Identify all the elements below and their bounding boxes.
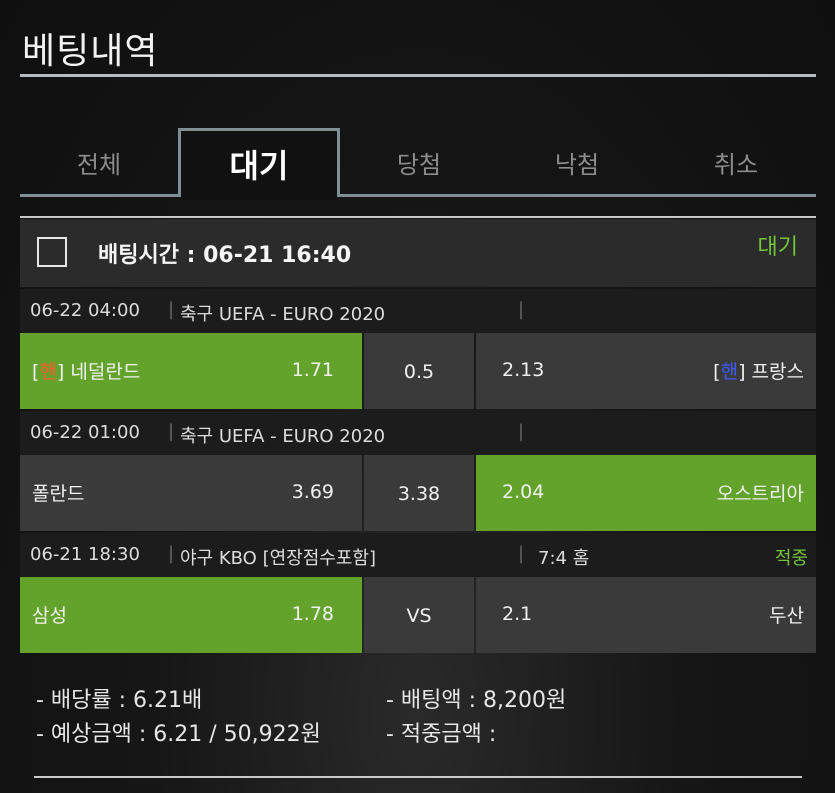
page-title: 베팅내역 [22, 31, 159, 72]
home-odd: 1.71 [291, 359, 334, 381]
home-team-name: 폴란드 [32, 483, 85, 505]
bet-time: 배팅시간 : 06-21 16:40 [98, 243, 352, 268]
summary-win-amount: - 적중금액 : [386, 722, 497, 747]
meta-separator: | [518, 299, 525, 320]
handicap-mark: 핸 [39, 361, 57, 383]
match-league: 야구 KBO [연장점수포함] [180, 548, 376, 569]
tab-won[interactable]: 당첨 [340, 128, 498, 197]
tab-bar: 전체 대기 당첨 낙첨 취소 [20, 128, 816, 200]
home-odds-cell[interactable]: 폴란드 3.69 [20, 455, 362, 531]
tab-pending[interactable]: 대기 [178, 128, 340, 200]
meta-separator: | [168, 421, 175, 442]
tab-cancelled[interactable]: 취소 [656, 128, 816, 197]
match-meta: 06-21 18:30 | 야구 KBO [연장점수포함] | 7:4 홈 적중 [20, 533, 816, 577]
meta-separator: | [518, 543, 525, 564]
match-row: 폴란드 3.69 3.38 2.04 오스트리아 [20, 455, 816, 531]
title-divider [20, 74, 816, 77]
home-team: [핸] 네덜란드 [32, 357, 140, 384]
bet-select-checkbox[interactable] [37, 237, 67, 267]
middle-value: 0.5 [403, 361, 435, 383]
handicap-tag: [핸] [713, 361, 746, 383]
away-odd: 2.1 [502, 603, 533, 625]
away-odds-cell[interactable]: 2.13 [핸] 프랑스 [476, 333, 816, 409]
away-team-name: 프랑스 [751, 361, 804, 383]
away-team-name: 두산 [769, 605, 804, 627]
match-league: 축구 UEFA - EURO 2020 [180, 304, 386, 325]
tab-all[interactable]: 전체 [20, 128, 178, 197]
draw-odds-cell[interactable]: VS [364, 577, 474, 653]
match-result: 적중 [774, 548, 808, 569]
match-row: [핸] 네덜란드 1.71 0.5 2.13 [핸] 프랑스 [20, 333, 816, 409]
handicap-tag: [핸] [32, 361, 65, 383]
home-odds-cell[interactable]: [핸] 네덜란드 1.71 [20, 333, 362, 409]
middle-value: 3.38 [397, 483, 441, 505]
draw-odds-cell[interactable]: 0.5 [364, 333, 474, 409]
home-odds-cell[interactable]: 삼성 1.78 [20, 577, 362, 653]
bet-card-divider [20, 216, 816, 218]
bet-status-badge: 대기 [757, 235, 798, 260]
home-team-name: 삼성 [32, 605, 67, 627]
summary-odds: - 배당률 : 6.21배 [36, 688, 203, 713]
handicap-mark: 핸 [720, 361, 739, 383]
middle-value: VS [406, 605, 432, 627]
home-odd: 1.78 [291, 603, 334, 625]
away-odd: 2.04 [502, 481, 545, 503]
away-odds-cell[interactable]: 2.1 두산 [476, 577, 816, 653]
meta-separator: | [518, 421, 525, 442]
home-odd: 3.69 [291, 481, 334, 503]
tab-lost[interactable]: 낙첨 [498, 128, 656, 197]
match-league: 축구 UEFA - EURO 2020 [180, 426, 386, 447]
meta-separator: | [168, 299, 175, 320]
meta-separator: | [168, 543, 175, 564]
bottom-divider [34, 776, 802, 778]
away-odds-cell[interactable]: 2.04 오스트리아 [476, 455, 816, 531]
summary-bet-amount: - 배팅액 : 8,200원 [386, 688, 567, 713]
summary-expected: - 예상금액 : 6.21 / 50,922원 [36, 722, 321, 747]
bet-header: 배팅시간 : 06-21 16:40 대기 [20, 219, 816, 287]
away-team-name: 오스트리아 [716, 483, 804, 505]
match-datetime: 06-22 01:00 [30, 422, 140, 443]
away-odd: 2.13 [502, 359, 545, 381]
match-datetime: 06-21 18:30 [30, 544, 140, 565]
match-meta: 06-22 04:00 | 축구 UEFA - EURO 2020 | [20, 289, 816, 333]
away-team: [핸] 프랑스 [713, 357, 804, 384]
match-meta: 06-22 01:00 | 축구 UEFA - EURO 2020 | [20, 411, 816, 455]
match-score: 7:4 홈 [538, 548, 590, 569]
draw-odds-cell[interactable]: 3.38 [364, 455, 474, 531]
match-row: 삼성 1.78 VS 2.1 두산 [20, 577, 816, 653]
match-datetime: 06-22 04:00 [30, 300, 140, 321]
home-team-name: 네덜란드 [70, 361, 141, 383]
